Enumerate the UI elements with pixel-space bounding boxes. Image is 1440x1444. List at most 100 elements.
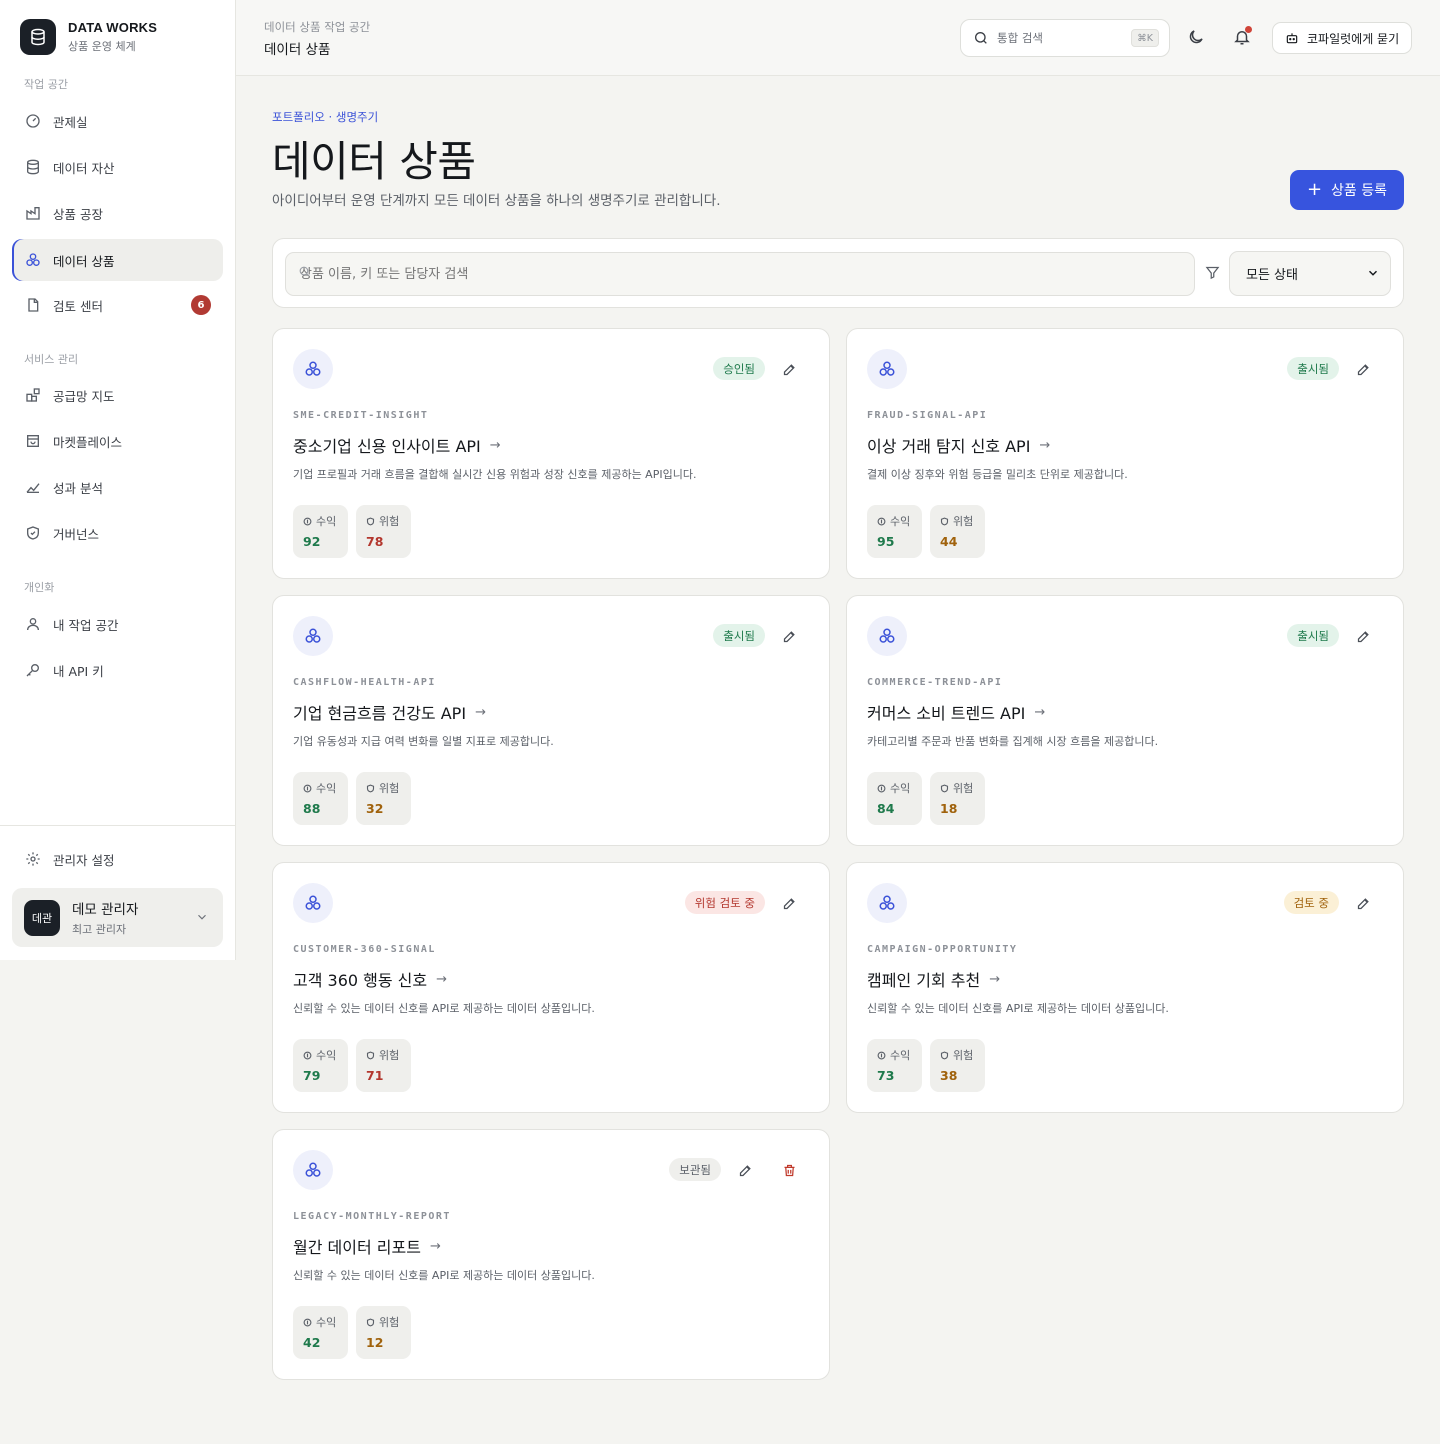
metric-label: 위험 bbox=[379, 1049, 400, 1062]
edit-pencil-icon[interactable] bbox=[779, 626, 799, 646]
risk-metric: 위험 44 bbox=[930, 505, 985, 558]
global-search-input[interactable]: 통합 검색 ⌘K bbox=[960, 19, 1170, 57]
edit-pencil-icon[interactable] bbox=[779, 359, 799, 379]
brand[interactable]: DATA WORKS 상품 운영 체계 bbox=[20, 19, 157, 55]
product-card[interactable]: 위험 검토 중 CUSTOMER-360-SIGNAL 고객 360 행동 신호 → 신… bbox=[272, 862, 830, 1113]
sidebar-item-data-assets[interactable]: 데이터 자산 bbox=[12, 146, 223, 188]
product-title-link[interactable]: 이상 거래 탐지 신호 API → bbox=[867, 433, 1050, 457]
status-badge: 출시됨 bbox=[1287, 357, 1339, 380]
sidebar-item-review-center[interactable]: 검토 센터 6 bbox=[12, 284, 223, 326]
filter-icon[interactable] bbox=[1205, 265, 1220, 284]
search-icon bbox=[973, 30, 989, 46]
revenue-metric: 수익 88 bbox=[293, 772, 348, 825]
product-search-input[interactable] bbox=[285, 252, 1195, 296]
status-badge: 승인됨 bbox=[713, 357, 765, 380]
sidebar-item-performance[interactable]: 성과 분석 bbox=[12, 466, 223, 508]
shield-icon bbox=[366, 784, 375, 793]
product-card[interactable]: 검토 중 CAMPAIGN-OPPORTUNITY 캠페인 기회 추천 → 신뢰할 수 … bbox=[846, 862, 1404, 1113]
product-title: 기업 현금흐름 건강도 API bbox=[293, 704, 467, 723]
metric-label: 수익 bbox=[316, 782, 337, 795]
user-menu[interactable]: 데관 데모 관리자 최고 관리자 bbox=[12, 888, 223, 947]
filter-bar: 모든 상태 bbox=[272, 238, 1404, 308]
topbar: 데이터 상품 작업 공간 데이터 상품 통합 검색 ⌘K 코파일럿에게 묻기 bbox=[236, 0, 1440, 76]
sidebar-item-governance[interactable]: 거버넌스 bbox=[12, 512, 223, 554]
sidebar-item-label: 내 API 키 bbox=[53, 663, 104, 679]
copilot-label: 코파일럿에게 묻기 bbox=[1307, 31, 1400, 46]
sidebar-item-product-factory[interactable]: 상품 공장 bbox=[12, 192, 223, 234]
risk-metric: 위험 38 bbox=[930, 1039, 985, 1092]
shield-icon bbox=[366, 517, 375, 526]
sidebar-item-my-api-keys[interactable]: 내 API 키 bbox=[12, 649, 223, 691]
cubes-icon bbox=[293, 883, 333, 923]
breadcrumb-parent[interactable]: 데이터 상품 작업 공간 bbox=[264, 19, 370, 35]
sidebar-item-label: 마켓플레이스 bbox=[53, 434, 123, 450]
sidebar-item-label: 상품 공장 bbox=[53, 206, 103, 222]
metric-label: 수익 bbox=[890, 782, 911, 795]
register-product-button[interactable]: + 상품 등록 bbox=[1290, 170, 1404, 210]
product-title-link[interactable]: 커머스 소비 트렌드 API → bbox=[867, 700, 1045, 724]
database-icon bbox=[24, 158, 42, 176]
sidebar-item-my-workspace[interactable]: 내 작업 공간 bbox=[12, 603, 223, 645]
product-title-link[interactable]: 캠페인 기회 추천 → bbox=[867, 967, 1000, 991]
product-title-link[interactable]: 기업 현금흐름 건강도 API → bbox=[293, 700, 486, 724]
product-title-link[interactable]: 월간 데이터 리포트 → bbox=[293, 1234, 441, 1258]
user-icon bbox=[24, 615, 42, 633]
metric-label: 위험 bbox=[953, 1049, 974, 1062]
sidebar-item-data-products[interactable]: 데이터 상품 bbox=[12, 239, 223, 281]
avatar: 데관 bbox=[24, 899, 60, 936]
product-title: 고객 360 행동 신호 bbox=[293, 971, 428, 990]
product-card[interactable]: 출시됨 CASHFLOW-HEALTH-API 기업 현금흐름 건강도 API → 기업… bbox=[272, 595, 830, 846]
edit-pencil-icon[interactable] bbox=[735, 1160, 755, 1180]
nav-section-workspace: 작업 공간 bbox=[24, 78, 68, 91]
product-key: FRAUD-SIGNAL-API bbox=[867, 410, 988, 421]
revenue-value: 79 bbox=[303, 1068, 321, 1083]
product-description: 신뢰할 수 있는 데이터 신호를 API로 제공하는 데이터 상품입니다. bbox=[293, 1002, 595, 1015]
sidebar: DATA WORKS 상품 운영 체계 작업 공간 관제실 데이터 자산 상품 … bbox=[0, 0, 236, 960]
status-badge: 보관됨 bbox=[669, 1158, 721, 1181]
sidebar-item-label: 내 작업 공간 bbox=[53, 617, 119, 633]
product-card[interactable]: 보관됨 LEGACY-MONTHLY-REPORT 월간 데이터 리포트 → 신뢰할 수… bbox=[272, 1129, 830, 1380]
sidebar-item-supply-map[interactable]: 공급망 지도 bbox=[12, 374, 223, 416]
metric-label: 수익 bbox=[890, 1049, 911, 1062]
brand-subtitle: 상품 운영 체계 bbox=[68, 40, 136, 53]
delete-trash-icon[interactable] bbox=[779, 1160, 799, 1180]
product-card[interactable]: 승인됨 SME-CREDIT-INSIGHT 중소기업 신용 인사이트 API → 기업… bbox=[272, 328, 830, 579]
bell-icon[interactable] bbox=[1231, 26, 1253, 48]
moon-icon[interactable] bbox=[1185, 26, 1207, 48]
cubes-icon bbox=[293, 1150, 333, 1190]
arrow-right-icon: → bbox=[1039, 437, 1051, 453]
product-title-link[interactable]: 중소기업 신용 인사이트 API → bbox=[293, 433, 501, 457]
sidebar-item-marketplace[interactable]: 마켓플레이스 bbox=[12, 420, 223, 462]
nav-section-personal: 개인화 bbox=[24, 581, 55, 594]
edit-pencil-icon[interactable] bbox=[1353, 893, 1373, 913]
product-description: 기업 유동성과 지급 여력 변화를 일별 지표로 제공합니다. bbox=[293, 735, 554, 748]
breadcrumb-current: 데이터 상품 bbox=[264, 42, 331, 58]
revenue-value: 92 bbox=[303, 534, 321, 549]
edit-pencil-icon[interactable] bbox=[779, 893, 799, 913]
copilot-button[interactable]: 코파일럿에게 묻기 bbox=[1272, 22, 1412, 54]
product-key: CASHFLOW-HEALTH-API bbox=[293, 677, 436, 688]
product-card[interactable]: 출시됨 FRAUD-SIGNAL-API 이상 거래 탐지 신호 API → 결제 이상… bbox=[846, 328, 1404, 579]
product-description: 신뢰할 수 있는 데이터 신호를 API로 제공하는 데이터 상품입니다. bbox=[867, 1002, 1169, 1015]
sidebar-item-admin-settings[interactable]: 관리자 설정 bbox=[12, 838, 223, 880]
risk-value: 38 bbox=[940, 1068, 958, 1083]
status-filter-select[interactable]: 모든 상태 bbox=[1229, 251, 1391, 296]
product-title-link[interactable]: 고객 360 행동 신호 → bbox=[293, 967, 447, 991]
store-icon bbox=[24, 432, 42, 450]
gauge-icon bbox=[24, 112, 42, 130]
edit-pencil-icon[interactable] bbox=[1353, 626, 1373, 646]
risk-metric: 위험 12 bbox=[356, 1306, 411, 1359]
metric-label: 수익 bbox=[890, 515, 911, 528]
edit-pencil-icon[interactable] bbox=[1353, 359, 1373, 379]
cubes-icon bbox=[293, 616, 333, 656]
arrow-right-icon: → bbox=[989, 971, 1001, 987]
global-search-placeholder: 통합 검색 bbox=[997, 31, 1043, 45]
nav-section-service: 서비스 관리 bbox=[24, 353, 79, 366]
document-icon bbox=[24, 296, 42, 314]
coin-icon bbox=[303, 1051, 312, 1060]
sidebar-item-control-room[interactable]: 관제실 bbox=[12, 100, 223, 142]
product-card[interactable]: 출시됨 COMMERCE-TREND-API 커머스 소비 트렌드 API → 카테고리… bbox=[846, 595, 1404, 846]
cubes-icon bbox=[24, 251, 42, 269]
coin-icon bbox=[303, 784, 312, 793]
arrow-right-icon: → bbox=[489, 437, 501, 453]
